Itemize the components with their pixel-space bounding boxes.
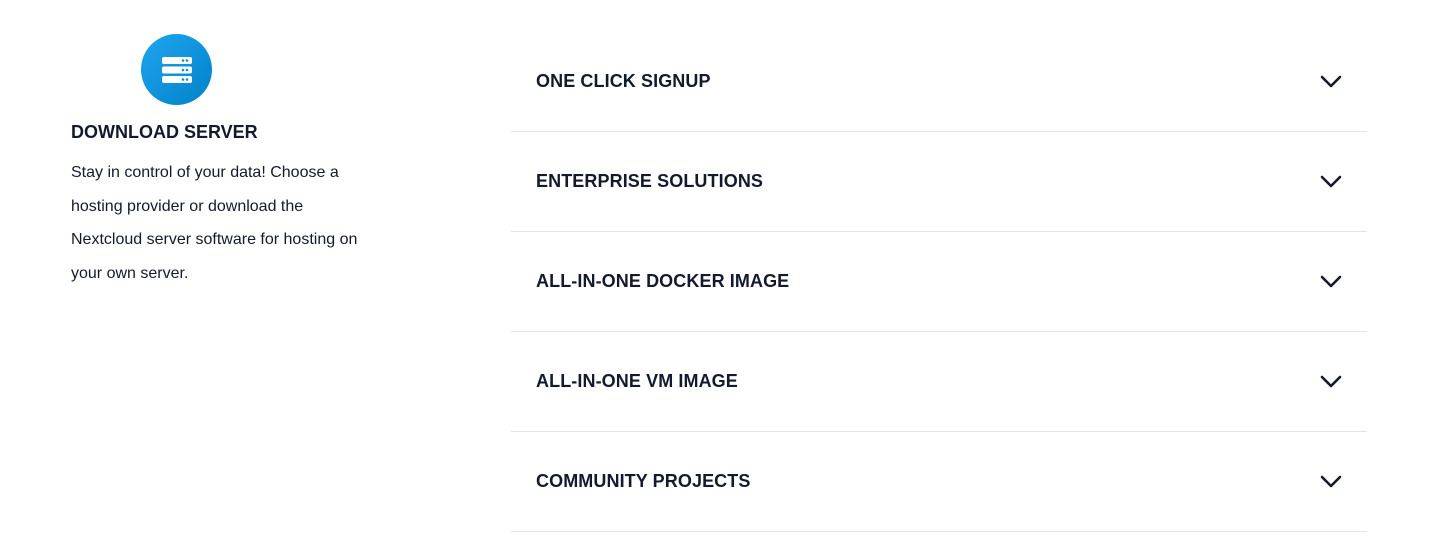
accordion-item-label: ALL-IN-ONE VM IMAGE (536, 371, 738, 391)
server-icon (141, 34, 212, 105)
accordion-item-label: ONE CLICK SIGNUP (536, 71, 711, 91)
accordion-item-label: ENTERPRISE SOLUTIONS (536, 171, 764, 191)
chevron-down-icon[interactable] (1319, 70, 1343, 94)
chevron-down-icon[interactable] (1319, 170, 1343, 194)
server-stack-glyph (161, 56, 192, 83)
accordion-item-one-click-signup[interactable]: ONE CLICK SIGNUP (511, 32, 1367, 132)
download-server-description: Stay in control of your data! Choose a h… (71, 164, 358, 282)
page: DOWNLOAD SERVER Stay in control of your … (0, 0, 1434, 559)
accordion-item-label: COMMUNITY PROJECTS (536, 471, 751, 491)
accordion-item-docker-image[interactable]: ALL-IN-ONE DOCKER IMAGE (511, 232, 1367, 332)
accordion-item-label: ALL-IN-ONE DOCKER IMAGE (536, 271, 790, 291)
chevron-down-icon[interactable] (1319, 470, 1343, 494)
accordion-item-vm-image[interactable]: ALL-IN-ONE VM IMAGE (511, 332, 1367, 432)
chevron-down-icon[interactable] (1319, 270, 1343, 294)
accordion-item-enterprise-solutions[interactable]: ENTERPRISE SOLUTIONS (511, 132, 1367, 232)
download-options-accordion: ONE CLICK SIGNUP ENTERPRISE SOLUTIONS AL… (511, 32, 1367, 532)
chevron-down-icon[interactable] (1319, 370, 1343, 394)
accordion-item-community-projects[interactable]: COMMUNITY PROJECTS (511, 432, 1367, 532)
download-server-title: DOWNLOAD SERVER (71, 122, 258, 142)
